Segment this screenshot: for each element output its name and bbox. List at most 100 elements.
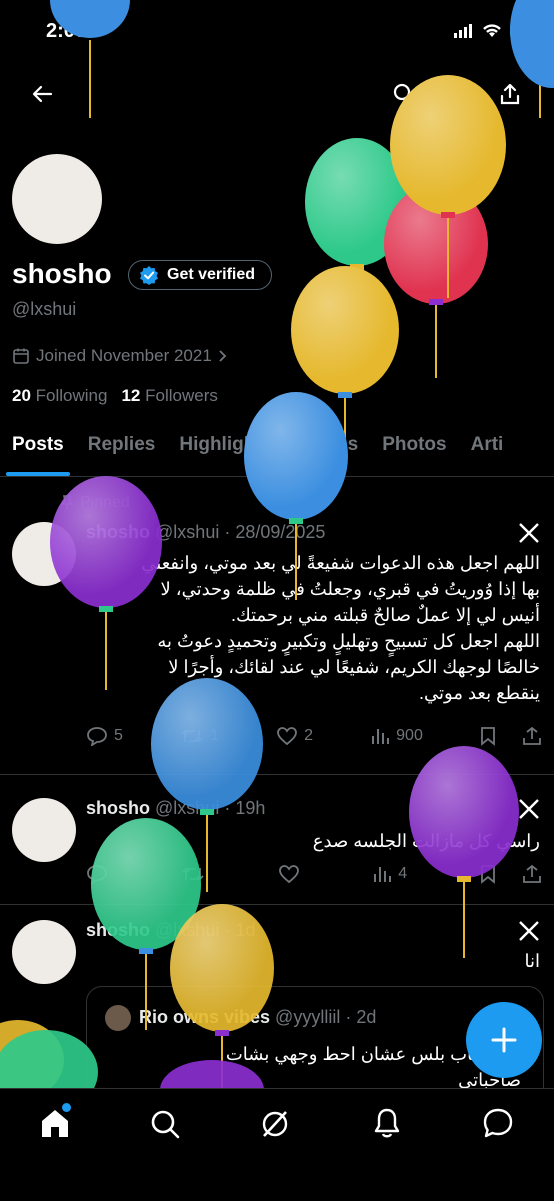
back-arrow-icon (32, 85, 53, 103)
calendar-icon (13, 348, 29, 364)
bell-icon (374, 1108, 400, 1138)
pencil-icon (449, 85, 467, 103)
repost-count: 1 (210, 727, 219, 744)
post-author[interactable]: shosho (86, 522, 150, 542)
nav-notifications[interactable] (372, 1107, 402, 1144)
tab-articles[interactable]: Arti (459, 430, 516, 476)
followers-link[interactable]: 12 Followers (121, 386, 217, 406)
nav-messages[interactable] (482, 1107, 514, 1144)
bookmark-icon[interactable] (480, 864, 496, 884)
balloon-blue (50, 0, 130, 118)
post-handle: @lxshui (155, 920, 220, 940)
chevron-right-icon (219, 350, 227, 362)
following-link[interactable]: 20 Following (12, 386, 107, 406)
views-icon (372, 729, 390, 744)
search-icon (393, 83, 415, 105)
post-time: · 1d (224, 920, 256, 940)
bookmark-icon[interactable] (480, 726, 496, 746)
following-label: Following (35, 386, 108, 405)
like-button[interactable] (278, 864, 300, 884)
search-icon (151, 1110, 180, 1139)
wifi-icon (482, 24, 501, 37)
quote-header: Rio owns vibes @yyylliil · 2d (139, 1007, 376, 1028)
like-button[interactable]: 2 (276, 726, 313, 746)
share-button[interactable] (490, 74, 530, 114)
post-line: بها إذا وُوريتُ في قبري، وجعلتُ في ظلمة … (160, 579, 541, 599)
joined-date[interactable]: Joined November 2021 (12, 346, 228, 366)
post-author[interactable]: shosho (86, 798, 150, 818)
reply-icon (87, 727, 107, 746)
x-logo-icon (519, 799, 539, 819)
post-author[interactable]: shosho (86, 920, 150, 940)
followers-label: Followers (145, 386, 218, 405)
nav-home[interactable] (38, 1103, 72, 1144)
nav-search[interactable] (150, 1109, 180, 1144)
post-actions: 5 1 2 900 (86, 726, 542, 746)
post-text: انا (524, 951, 541, 971)
get-verified-button[interactable]: Get verified (128, 260, 273, 290)
battery-indicator: 55 (509, 22, 532, 39)
repost-button[interactable] (181, 864, 205, 884)
share-icon (500, 83, 520, 105)
views-button[interactable]: 900 (370, 727, 423, 745)
quote-line: ت بسناب بلس عشان احط وجهي بشات (225, 1044, 521, 1064)
post-header: shosho @lxshui · 28/09/2025 (86, 522, 325, 543)
balloon-blue (151, 678, 263, 892)
reply-button[interactable] (86, 864, 108, 884)
post-handle: @lxshui (155, 522, 220, 542)
post-divider (0, 904, 554, 905)
like-count: 2 (304, 727, 313, 744)
search-button[interactable] (384, 74, 424, 114)
back-button[interactable] (22, 74, 62, 114)
post-line: ينقطع بعد موتي. (419, 683, 540, 703)
post-handle: @lxshui (155, 798, 220, 818)
pinned-label: Pinned (80, 494, 130, 511)
post-divider (0, 774, 554, 775)
repost-button[interactable]: 1 (180, 726, 219, 746)
reply-icon (87, 865, 107, 884)
status-icons: 55 (453, 22, 532, 39)
post-line: أنيس لي إلا عملٌ صالحٌ قبلته مني برحمتك. (230, 605, 540, 625)
views-icon (374, 867, 392, 882)
tab-photos[interactable]: Photos (370, 430, 458, 476)
repost-icon (182, 867, 204, 881)
quote-avatar (105, 1005, 131, 1031)
edit-button[interactable] (438, 74, 478, 114)
reply-count: 5 (114, 727, 123, 744)
following-count: 20 (12, 386, 31, 405)
status-time: 2:00 (46, 20, 87, 42)
post-time: · 28/09/2025 (224, 522, 326, 542)
share-icon[interactable] (522, 864, 542, 884)
profile-handle: @lxshui (12, 299, 77, 319)
views-count: 900 (396, 727, 423, 744)
follow-stats: 20 Following 12 Followers (12, 386, 218, 406)
post-avatar[interactable] (12, 798, 76, 862)
tab-highlights[interactable]: Highlights (167, 430, 284, 476)
tab-replies[interactable]: Replies (76, 430, 168, 476)
post-avatar[interactable] (12, 522, 76, 586)
followers-count: 12 (121, 386, 141, 405)
post-avatar[interactable] (12, 920, 76, 984)
repost-icon (181, 729, 203, 743)
post-line: اللهم اجعل كل تسبيحٍ وتهليلٍ وتكبيرٍ وتح… (157, 631, 540, 651)
bottom-navigation (0, 1088, 554, 1201)
balloon-green (305, 138, 409, 345)
tab-videos[interactable]: Videos (284, 430, 370, 476)
share-icon[interactable] (522, 726, 542, 746)
joined-label: Joined November 2021 (36, 346, 212, 365)
views-button[interactable]: 4 (372, 865, 407, 883)
x-logo-icon (519, 921, 539, 941)
pin-icon (60, 495, 74, 510)
compose-button[interactable] (466, 1002, 542, 1078)
post-text: اللهم اجعل هذه الدعوات شفيعةً لي بعد موت… (86, 550, 540, 706)
quote-text: ت بسناب بلس عشان احط وجهي بشات صاحباتي (101, 1041, 521, 1093)
profile-avatar[interactable] (12, 154, 102, 244)
tab-posts[interactable]: Posts (0, 430, 76, 476)
post-line: اللهم اجعل هذه الدعوات شفيعةً لي بعد موت… (141, 553, 540, 573)
nav-grok[interactable] (260, 1109, 290, 1144)
quote-handle: @yyylliil (275, 1007, 341, 1027)
profile-name: shosho (12, 258, 112, 289)
verified-badge-icon (140, 266, 158, 285)
pinned-indicator: Pinned (60, 494, 130, 512)
reply-button[interactable]: 5 (86, 726, 123, 746)
